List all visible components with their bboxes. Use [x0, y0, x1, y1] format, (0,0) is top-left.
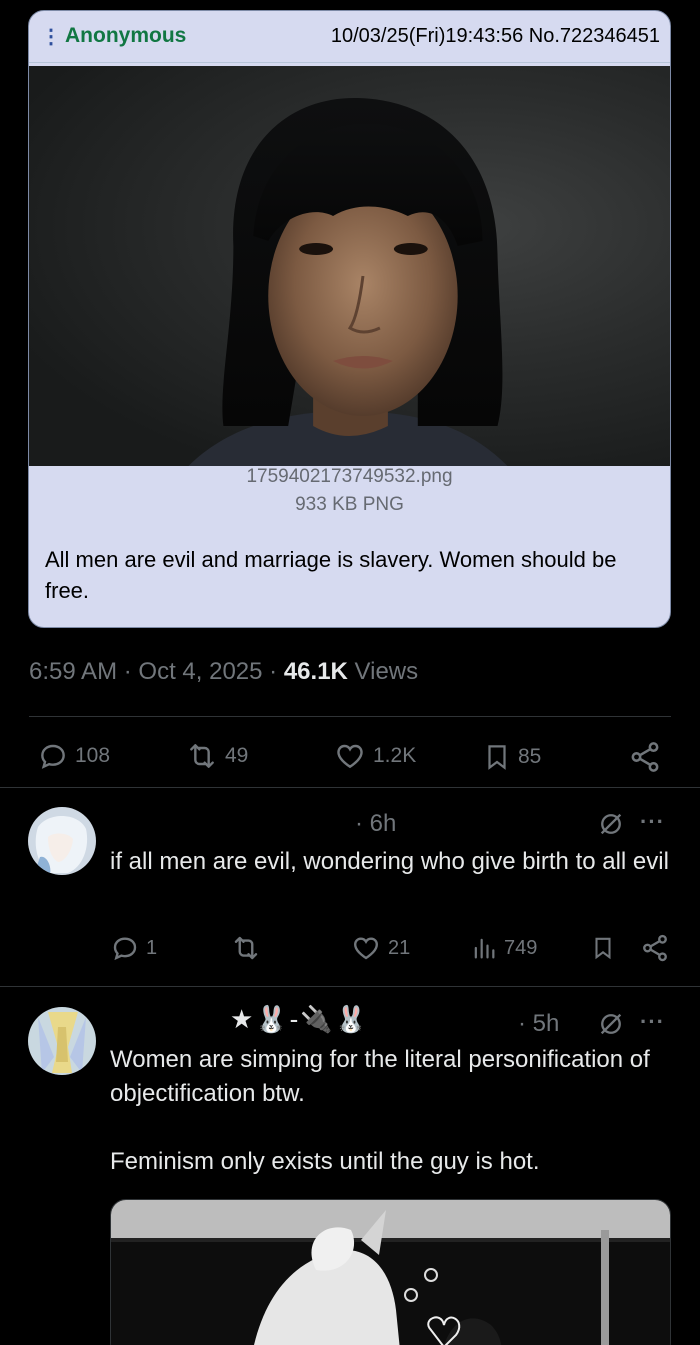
- views-label: Views: [354, 658, 419, 685]
- reply-text: if all men are evil, wondering who give …: [110, 848, 669, 875]
- post-image[interactable]: [29, 66, 670, 466]
- like-button[interactable]: 1.2K: [333, 740, 416, 772]
- reply-time[interactable]: · 5h: [518, 1010, 559, 1038]
- post-comment: All men are evil and marriage is slavery…: [45, 547, 617, 603]
- heart-icon: [337, 744, 363, 769]
- vertical-dots-icon: ⋮: [41, 25, 61, 48]
- repost-arrows-icon: [190, 744, 214, 768]
- tweet-meta: 6:59 AM · Oct 4, 2025 · 46.1K Views: [29, 658, 418, 686]
- repost-arrows-icon: [234, 936, 258, 960]
- slashed-circle-icon[interactable]: [597, 1010, 625, 1038]
- reply-count: 1: [146, 936, 158, 959]
- avatar[interactable]: [28, 1007, 96, 1075]
- repost-button[interactable]: 49: [185, 740, 248, 772]
- speech-bubble-icon: [113, 937, 137, 961]
- divider: [0, 986, 700, 987]
- display-name[interactable]: ★🐰-🔌🐰: [230, 1004, 369, 1035]
- bookmark-button[interactable]: 85: [482, 740, 541, 774]
- like-count: 1.2K: [373, 744, 417, 767]
- reply-count: 108: [75, 744, 111, 767]
- ellipsis-icon[interactable]: ···: [640, 1009, 665, 1035]
- like-count: 21: [388, 936, 411, 959]
- share-icon: [643, 934, 667, 962]
- bookmark-count: 85: [518, 745, 542, 768]
- share-icon: [631, 742, 659, 772]
- repost-count: 49: [225, 744, 249, 767]
- quoted-post-header: ⋮ Anonymous 10/03/25(Fri)19:43:56 No.722…: [29, 11, 670, 61]
- avatar[interactable]: [28, 807, 96, 875]
- divider: [29, 716, 671, 717]
- bookmark-icon: [488, 745, 506, 770]
- bar-chart-icon: [474, 938, 495, 959]
- attached-image[interactable]: [110, 1199, 671, 1345]
- bookmark-button[interactable]: [590, 933, 616, 963]
- heart-icon: [354, 937, 378, 960]
- quoted-post-card[interactable]: ⋮ Anonymous 10/03/25(Fri)19:43:56 No.722…: [28, 10, 671, 628]
- bookmark-icon: [595, 937, 611, 960]
- reply-text: Women are simping for the literal person…: [110, 1046, 650, 1175]
- file-size: 933 KB PNG: [295, 494, 404, 515]
- like-button[interactable]: 21: [350, 933, 410, 963]
- speech-bubble-icon: [41, 744, 65, 769]
- tweet-time[interactable]: 6:59 AM: [29, 658, 117, 685]
- views-count: 749: [504, 936, 538, 959]
- views-button[interactable]: 749: [470, 933, 537, 963]
- ellipsis-icon[interactable]: ···: [640, 809, 665, 835]
- poster-name: Anonymous: [65, 24, 187, 47]
- views-count: 46.1K: [283, 658, 348, 685]
- share-button[interactable]: [628, 740, 662, 774]
- file-name[interactable]: 1759402173749532.png: [29, 466, 670, 488]
- separator-dot: ·: [123, 658, 139, 685]
- tweet-date[interactable]: Oct 4, 2025: [138, 658, 262, 685]
- reply-button[interactable]: 1: [110, 933, 157, 963]
- slashed-circle-icon[interactable]: [597, 810, 625, 838]
- repost-button[interactable]: [230, 933, 262, 963]
- separator-dot: ·: [269, 658, 284, 685]
- share-button[interactable]: [640, 933, 670, 963]
- reply-button[interactable]: 108: [37, 740, 110, 772]
- reply-time[interactable]: · 6h: [355, 810, 396, 838]
- divider: [29, 62, 670, 63]
- divider: [0, 787, 700, 788]
- post-info: 10/03/25(Fri)19:43:56 No.722346451: [330, 24, 660, 47]
